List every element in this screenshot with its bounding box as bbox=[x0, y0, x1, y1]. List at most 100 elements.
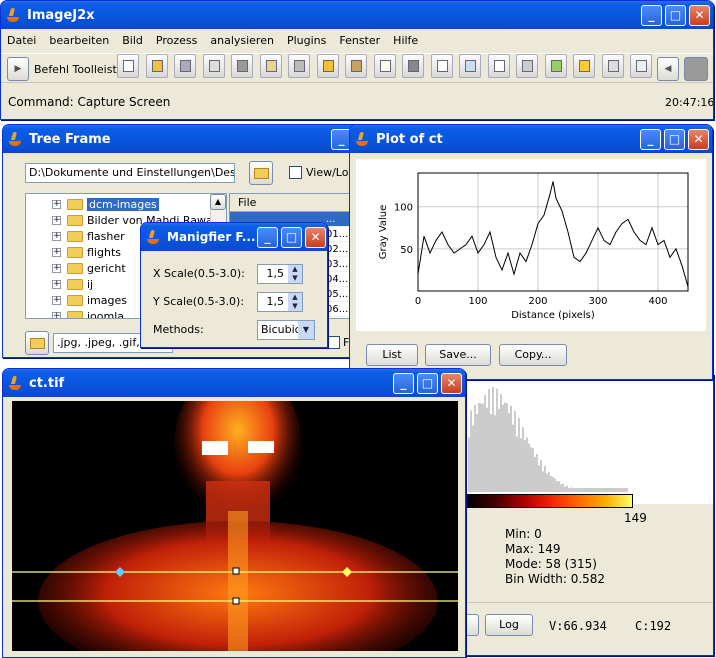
minimize-button[interactable]: _ bbox=[641, 5, 662, 26]
image-icon[interactable] bbox=[544, 54, 567, 78]
maximize-button[interactable]: □ bbox=[417, 373, 438, 394]
plot-window: Plot of ct _ □ ✕ 0 100 200 300 400 50 100 Dista… bbox=[349, 124, 713, 380]
maximize-button[interactable]: □ bbox=[664, 129, 685, 150]
close-button[interactable]: ✕ bbox=[441, 373, 462, 394]
plot-save-button[interactable]: Save... bbox=[425, 344, 491, 366]
histogram-stats: Min: 0 Max: 149 Mode: 58 (315) Bin Width… bbox=[505, 527, 605, 587]
expand-icon[interactable]: + bbox=[52, 295, 61, 305]
oval-icon[interactable] bbox=[430, 54, 453, 78]
fill-icon[interactable] bbox=[316, 54, 339, 78]
chevron-down-icon[interactable]: ▼ bbox=[298, 321, 314, 339]
tree-folder-item[interactable]: + dcm-images bbox=[52, 196, 159, 212]
scroll-up-button[interactable]: ▲ bbox=[210, 194, 226, 210]
delete-icon[interactable] bbox=[288, 54, 310, 78]
tree-folder-item[interactable]: + images bbox=[52, 292, 127, 308]
x-axis-label: Distance (pixels) bbox=[511, 310, 595, 321]
tree-folder-item[interactable]: + flights bbox=[52, 244, 121, 260]
tree-folder-item[interactable]: + joomla bbox=[52, 308, 124, 318]
undo-icon[interactable] bbox=[174, 54, 196, 78]
folder-label: ij bbox=[87, 277, 94, 291]
magic-wand-icon[interactable] bbox=[630, 54, 652, 78]
tree-folder-item[interactable]: + gericht bbox=[52, 260, 126, 276]
java-icon bbox=[9, 130, 23, 148]
path-field[interactable]: D:\Dokumente und Einstellungen\Desktop\ bbox=[25, 163, 235, 183]
up-folder-button[interactable] bbox=[25, 331, 49, 355]
open-icon[interactable] bbox=[145, 54, 168, 78]
capture-icon[interactable] bbox=[684, 57, 708, 81]
y-tick-label: 50 bbox=[400, 245, 413, 256]
lasso-icon[interactable] bbox=[573, 54, 595, 78]
close-button[interactable]: ✕ bbox=[305, 227, 326, 248]
maximize-button[interactable]: □ bbox=[281, 227, 302, 248]
open-folder-button[interactable] bbox=[249, 161, 273, 185]
clock: 20:47:16 bbox=[665, 96, 714, 109]
histogram-colorbar bbox=[467, 494, 633, 508]
ct-titlebar[interactable]: ct.tif _ □ ✕ bbox=[3, 369, 465, 397]
toolbar-left-arrow[interactable]: ▶ bbox=[7, 57, 29, 81]
menu-prozess[interactable]: Prozess bbox=[156, 31, 197, 51]
expand-icon[interactable]: + bbox=[52, 215, 61, 225]
plot-titlebar[interactable]: Plot of ct _ □ ✕ bbox=[350, 125, 712, 153]
toolbar-right-arrow[interactable]: ◀ bbox=[657, 57, 679, 81]
tree-frame-titlebar[interactable]: Tree Frame _ bbox=[3, 125, 363, 153]
expand-icon[interactable]: + bbox=[52, 311, 61, 318]
xscale-stepper-icon[interactable]: ▲ ▼ bbox=[288, 265, 302, 283]
minimize-button[interactable]: _ bbox=[640, 129, 661, 150]
menu-bild[interactable]: Bild bbox=[122, 31, 143, 51]
histogram-window: 149 Min: 0 Max: 149 Mode: 58 (315) Bin W… bbox=[440, 374, 714, 656]
java-icon bbox=[147, 228, 161, 246]
histogram-count: C:192 bbox=[635, 619, 672, 633]
main-titlebar[interactable]: ImageJ2x _ □ ✕ bbox=[1, 1, 713, 29]
menu-datei[interactable]: Datei bbox=[7, 31, 36, 51]
plot-copy-button[interactable]: Copy... bbox=[499, 344, 567, 366]
menu-hilfe[interactable]: Hilfe bbox=[393, 31, 418, 51]
tree-frame-title: Tree Frame bbox=[29, 131, 111, 147]
folder-icon bbox=[67, 294, 83, 306]
minimize-button[interactable]: _ bbox=[393, 373, 414, 394]
expand-icon[interactable]: + bbox=[52, 247, 61, 257]
gear-icon[interactable] bbox=[516, 54, 538, 78]
expand-icon[interactable]: + bbox=[52, 231, 61, 241]
folder-icon bbox=[67, 278, 83, 290]
command-status: Command: Capture Screen bbox=[8, 95, 171, 109]
menu-bearbeiten[interactable]: bearbeiten bbox=[49, 31, 109, 51]
close-button[interactable]: ✕ bbox=[688, 129, 709, 150]
view-load-checkbox[interactable] bbox=[289, 166, 302, 179]
document-icon[interactable] bbox=[487, 54, 510, 78]
new-icon[interactable] bbox=[117, 54, 139, 78]
paste-icon[interactable] bbox=[259, 54, 282, 78]
tree-folder-item[interactable]: + ij bbox=[52, 276, 93, 292]
tree-folder-item[interactable]: + flasher bbox=[52, 228, 125, 244]
plot-list-button[interactable]: List bbox=[366, 344, 418, 366]
pencil-icon[interactable] bbox=[345, 54, 367, 78]
java-icon bbox=[7, 6, 21, 24]
menu-plugins[interactable]: Plugins bbox=[287, 31, 326, 51]
copy-icon[interactable] bbox=[202, 54, 225, 78]
text-icon[interactable] bbox=[373, 54, 396, 78]
filter-checkbox[interactable] bbox=[327, 336, 340, 349]
page-icon[interactable] bbox=[459, 54, 481, 78]
magnifier-titlebar[interactable]: Manigfier F... _ □ ✕ bbox=[141, 223, 327, 251]
minimize-button[interactable]: _ bbox=[257, 227, 278, 248]
folder-label: flights bbox=[87, 245, 121, 259]
maximize-button[interactable]: □ bbox=[665, 5, 686, 26]
x-tick-label: 200 bbox=[528, 296, 547, 307]
yscale-stepper-icon[interactable]: ▲ ▼ bbox=[288, 293, 302, 311]
x-tick-label: 300 bbox=[588, 296, 607, 307]
log-button[interactable]: Log bbox=[485, 614, 533, 636]
toolbar-label: Befehl Toolleiste bbox=[34, 63, 124, 76]
folder-icon bbox=[67, 310, 83, 318]
cut-icon[interactable] bbox=[231, 54, 253, 78]
menu-fenster[interactable]: Fenster bbox=[339, 31, 380, 51]
expand-icon[interactable]: + bbox=[52, 279, 61, 289]
ct-scan-image[interactable] bbox=[12, 401, 458, 651]
menu-analysieren[interactable]: analysieren bbox=[210, 31, 274, 51]
expand-icon[interactable]: + bbox=[52, 263, 61, 273]
expand-icon[interactable]: + bbox=[52, 199, 61, 209]
line-icon[interactable] bbox=[402, 54, 424, 78]
info-icon[interactable] bbox=[601, 54, 624, 78]
close-button[interactable]: ✕ bbox=[689, 5, 710, 26]
file-column-header: File bbox=[230, 194, 350, 212]
java-icon bbox=[9, 374, 23, 392]
main-title: ImageJ2x bbox=[27, 7, 95, 23]
